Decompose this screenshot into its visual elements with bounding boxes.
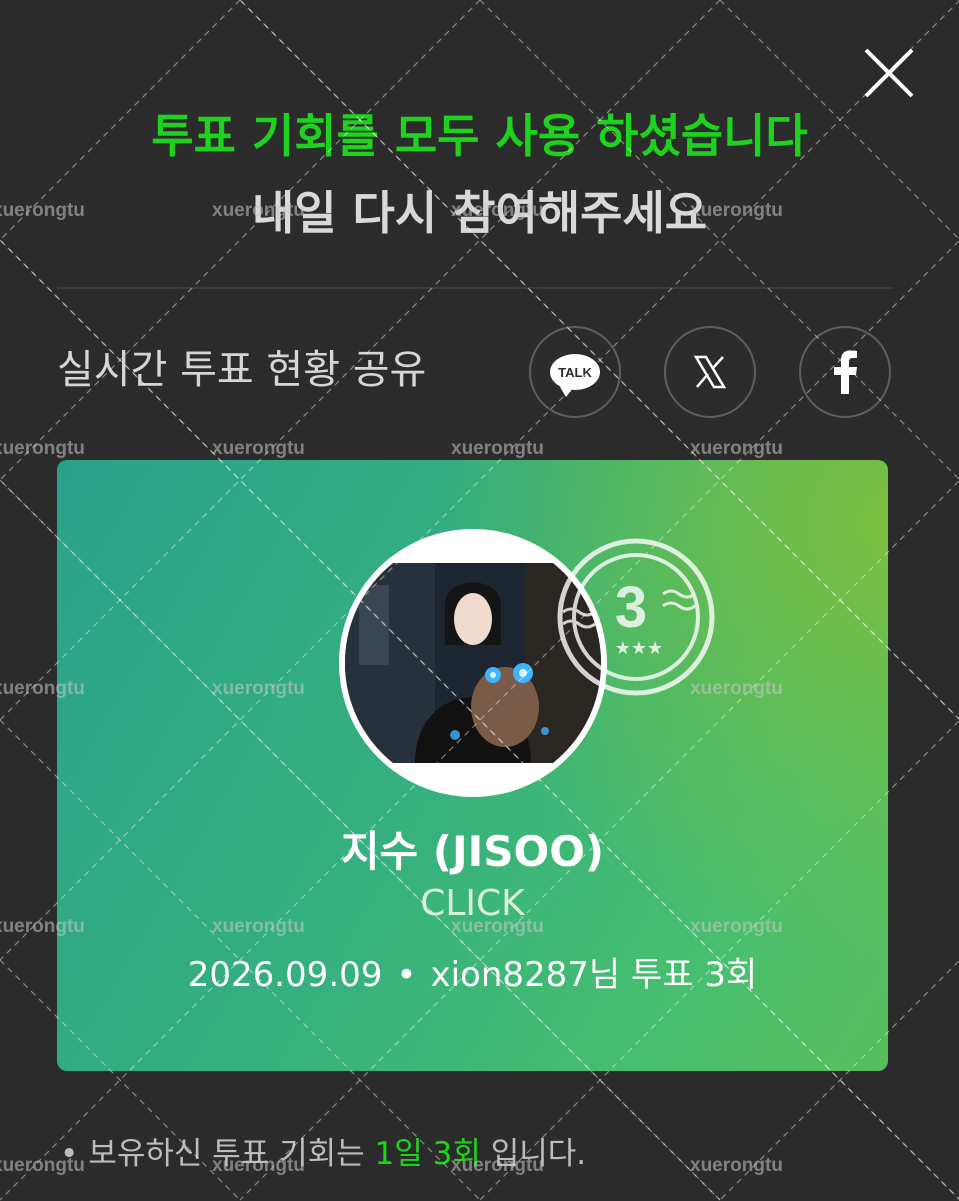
facebook-icon (834, 350, 857, 394)
vote-meta: 2026.09.09 • xion8287님 투표 3회 (57, 952, 888, 998)
watermark-text: xuerongtu (212, 438, 305, 459)
divider (57, 287, 893, 289)
headline: 투표 기회를 모두 사용 하셨습니다 내일 다시 참여해주세요 (0, 104, 959, 248)
close-button[interactable] (860, 44, 918, 102)
meta-separator: • (396, 955, 417, 995)
vote-user-count: xion8287님 투표 3회 (430, 955, 758, 995)
artist-name: 지수 (JISOO) (340, 827, 605, 876)
watermark-text: xuerongtu (690, 1155, 783, 1176)
artist-click-link[interactable]: CLICK (57, 880, 888, 928)
kakaotalk-icon-text: TALK (558, 364, 592, 380)
share-x-button[interactable] (664, 326, 756, 418)
headline-secondary: 내일 다시 참여해주세요 (251, 186, 708, 240)
watermark-text: xuerongtu (451, 438, 544, 459)
notice-prefix: 보유하신 투표 기회는 (88, 1136, 375, 1172)
x-twitter-icon (693, 355, 727, 389)
vote-result-card: 3 ★★★ 지수 (JISOO) CLICK 2026.09.09 • xion82… (57, 460, 888, 1071)
notice-suffix: 입니다. (480, 1136, 587, 1172)
watermark-text: xuerongtu (690, 438, 783, 459)
headline-primary: 투표 기회를 모두 사용 하셨습니다 (151, 109, 808, 163)
vote-date: 2026.09.09 (187, 955, 383, 995)
stamp-number: 3 (615, 575, 647, 640)
notice-bullet: • (60, 1136, 79, 1172)
svg-text:★★★: ★★★ (615, 638, 663, 659)
share-label: 실시간 투표 현황 공유 (57, 347, 427, 393)
share-facebook-button[interactable] (799, 326, 891, 418)
vote-limit-notice: • 보유하신 투표 기회는 1일 3회 입니다. (60, 1130, 586, 1178)
close-icon (864, 48, 914, 98)
notice-highlight: 1일 3회 (374, 1136, 481, 1172)
watermark-text: xuerongtu (0, 438, 85, 459)
share-kakaotalk-button[interactable]: TALK (529, 326, 621, 418)
kakaotalk-icon: TALK (550, 354, 600, 397)
vote-count-stamp-icon: 3 ★★★ (551, 532, 721, 702)
